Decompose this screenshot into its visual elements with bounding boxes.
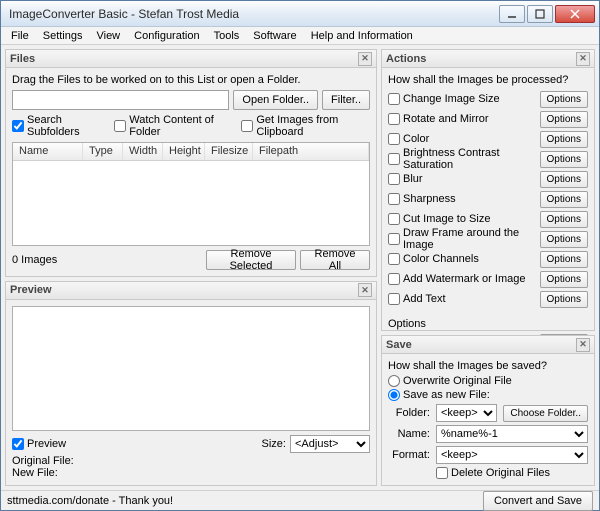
action-checkbox-2[interactable]: Color: [388, 133, 540, 145]
folder-select[interactable]: <keep>: [436, 404, 497, 422]
files-table-body: [13, 161, 369, 245]
col-type[interactable]: Type: [83, 143, 123, 160]
search-subfolders-checkbox[interactable]: Search Subfolders: [12, 114, 104, 138]
action-options-button-2[interactable]: Options: [540, 131, 588, 148]
menu-file[interactable]: File: [5, 29, 35, 43]
status-text: sttmedia.com/donate - Thank you!: [7, 495, 483, 507]
image-count: 0 Images: [12, 254, 57, 266]
files-table[interactable]: Name Type Width Height Filesize Filepath: [12, 142, 370, 246]
action-checkbox-0[interactable]: Change Image Size: [388, 93, 540, 105]
close-button[interactable]: [555, 5, 595, 23]
files-panel-close-icon[interactable]: ✕: [358, 52, 372, 66]
name-select[interactable]: %name%-1: [436, 425, 588, 443]
menu-view[interactable]: View: [90, 29, 126, 43]
remove-all-button[interactable]: Remove All: [300, 250, 370, 270]
menu-software[interactable]: Software: [247, 29, 302, 43]
get-clipboard-checkbox[interactable]: Get Images from Clipboard: [241, 114, 370, 138]
action-options-button-7[interactable]: Options: [540, 231, 588, 248]
action-checkbox-10[interactable]: Add Text: [388, 293, 540, 305]
delete-original-checkbox[interactable]: Delete Original Files: [436, 467, 588, 479]
col-filesize[interactable]: Filesize: [205, 143, 253, 160]
menubar: File Settings View Configuration Tools S…: [1, 27, 599, 45]
right-column: Actions ✕ How shall the Images be proces…: [381, 49, 595, 486]
size-label: Size:: [262, 438, 286, 450]
action-checkbox-6[interactable]: Cut Image to Size: [388, 213, 540, 225]
col-width[interactable]: Width: [123, 143, 163, 160]
preview-checkbox[interactable]: Preview: [12, 438, 66, 450]
action-options-button-6[interactable]: Options: [540, 211, 588, 228]
open-folder-button[interactable]: Open Folder..: [233, 90, 318, 110]
save-panel-header: Save ✕: [382, 336, 594, 354]
menu-tools[interactable]: Tools: [208, 29, 246, 43]
action-options-button-5[interactable]: Options: [540, 191, 588, 208]
action-checkbox-4[interactable]: Blur: [388, 173, 540, 185]
action-options-button-9[interactable]: Options: [540, 271, 588, 288]
col-name[interactable]: Name: [13, 143, 83, 160]
action-options-button-0[interactable]: Options: [540, 91, 588, 108]
format-label: Format:: [388, 449, 430, 461]
action-checkbox-1[interactable]: Rotate and Mirror: [388, 113, 540, 125]
preview-area: [12, 306, 370, 431]
original-file-label: Original File:: [12, 455, 370, 467]
action-checkbox-5[interactable]: Sharpness: [388, 193, 540, 205]
files-hint: Drag the Files to be worked on to this L…: [12, 74, 370, 86]
watch-content-checkbox[interactable]: Watch Content of Folder: [114, 114, 231, 138]
new-file-label: New File:: [12, 467, 370, 479]
remove-selected-button[interactable]: Remove Selected: [206, 250, 296, 270]
window-controls: [499, 5, 595, 23]
col-height[interactable]: Height: [163, 143, 205, 160]
actions-panel-header: Actions ✕: [382, 50, 594, 68]
actions-body: How shall the Images be processed? Chang…: [382, 68, 594, 330]
actions-panel-close-icon[interactable]: ✕: [576, 52, 590, 66]
save-panel-title: Save: [386, 339, 412, 351]
files-table-header: Name Type Width Height Filesize Filepath: [13, 143, 369, 161]
menu-configuration[interactable]: Configuration: [128, 29, 205, 43]
preview-panel-title: Preview: [10, 284, 52, 296]
menu-settings[interactable]: Settings: [37, 29, 89, 43]
save-new-radio[interactable]: Save as new File:: [388, 389, 588, 401]
action-options-button-10[interactable]: Options: [540, 291, 588, 308]
overwrite-radio[interactable]: Overwrite Original File: [388, 375, 588, 387]
action-options-button-1[interactable]: Options: [540, 111, 588, 128]
statusbar: sttmedia.com/donate - Thank you! Convert…: [1, 490, 599, 510]
convert-save-button[interactable]: Convert and Save: [483, 491, 593, 511]
actions-panel: Actions ✕ How shall the Images be proces…: [381, 49, 595, 331]
left-column: Files ✕ Drag the Files to be worked on t…: [5, 49, 377, 486]
menu-help[interactable]: Help and Information: [305, 29, 419, 43]
action-checkbox-8[interactable]: Color Channels: [388, 253, 540, 265]
choose-folder-button[interactable]: Choose Folder..: [503, 405, 588, 422]
save-question: How shall the Images be saved?: [388, 360, 588, 372]
folder-label: Folder:: [388, 407, 430, 419]
action-options-button-4[interactable]: Options: [540, 171, 588, 188]
save-panel: Save ✕ How shall the Images be saved? Ov…: [381, 335, 595, 486]
size-select[interactable]: <Adjust>: [290, 435, 370, 453]
filter-button[interactable]: Filter..: [322, 90, 370, 110]
preview-panel: Preview ✕ Preview Size: <Adjust> Origina…: [5, 281, 377, 486]
actions-question: How shall the Images be processed?: [388, 74, 588, 86]
actions-panel-title: Actions: [386, 53, 426, 65]
window-title: ImageConverter Basic - Stefan Trost Medi…: [9, 7, 499, 21]
files-panel-title: Files: [10, 53, 35, 65]
action-options-button-8[interactable]: Options: [540, 251, 588, 268]
files-panel-header: Files ✕: [6, 50, 376, 68]
maximize-button[interactable]: [527, 5, 553, 23]
format-select[interactable]: <keep>: [436, 446, 588, 464]
action-checkbox-3[interactable]: Brightness Contrast Saturation: [388, 147, 540, 171]
name-label: Name:: [388, 428, 430, 440]
body: Files ✕ Drag the Files to be worked on t…: [1, 45, 599, 490]
titlebar: ImageConverter Basic - Stefan Trost Medi…: [1, 1, 599, 27]
action-checkbox-7[interactable]: Draw Frame around the Image: [388, 227, 540, 251]
preview-panel-close-icon[interactable]: ✕: [358, 283, 372, 297]
action-checkbox-9[interactable]: Add Watermark or Image: [388, 273, 540, 285]
col-filepath[interactable]: Filepath: [253, 143, 369, 160]
preview-panel-header: Preview ✕: [6, 282, 376, 300]
options-heading: Options: [388, 318, 588, 330]
app-window: ImageConverter Basic - Stefan Trost Medi…: [0, 0, 600, 511]
folder-path-input[interactable]: [12, 90, 229, 110]
minimize-button[interactable]: [499, 5, 525, 23]
files-panel: Files ✕ Drag the Files to be worked on t…: [5, 49, 377, 277]
save-panel-close-icon[interactable]: ✕: [576, 338, 590, 352]
action-options-button-3[interactable]: Options: [540, 151, 588, 168]
